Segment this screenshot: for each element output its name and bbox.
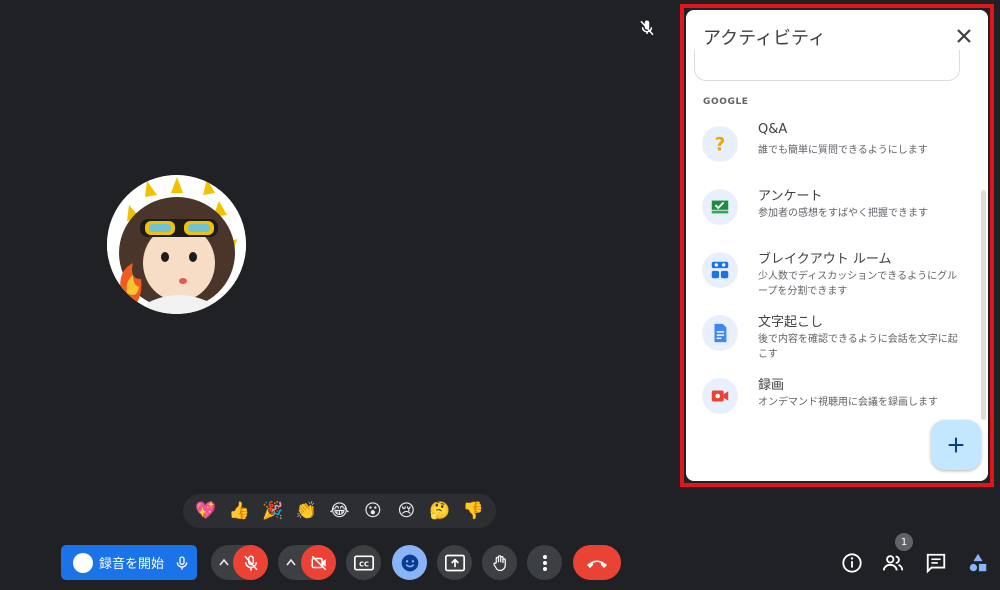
present-icon — [444, 554, 465, 571]
info-icon[interactable] — [841, 552, 863, 574]
breakout-rooms-icon — [702, 252, 738, 288]
reaction-thumbs-up[interactable]: 👍 — [226, 502, 252, 520]
present-screen-button[interactable] — [437, 545, 472, 580]
smiley-icon — [401, 554, 418, 571]
muted-mic-icon — [640, 20, 654, 36]
reaction-thumbs-down[interactable]: 👎 — [460, 502, 486, 520]
activity-title: アンケート — [758, 189, 823, 204]
mic-toggle-button[interactable] — [233, 545, 268, 580]
transcript-icon — [702, 315, 738, 351]
activity-item-transcript[interactable]: 文字起こし 後で内容を確認できるように会話を文字に起こす — [702, 311, 972, 367]
hangup-icon — [587, 560, 607, 568]
record-logo-icon — [73, 552, 93, 573]
participant-count-badge: 1 — [895, 533, 913, 551]
activity-item-qa[interactable]: ? Q&A 誰でも簡単に質問できるようにします — [702, 122, 972, 178]
participant-avatar — [107, 175, 246, 314]
activity-desc: 誰でも簡単に質問できるようにします — [758, 145, 928, 156]
start-recording-button[interactable]: 録音を開始 — [61, 545, 197, 580]
activity-item-poll[interactable]: アンケート 参加者の感想をすばやく把握できます — [702, 185, 972, 241]
hand-icon — [492, 554, 506, 571]
activity-title: Q&A — [758, 122, 788, 137]
people-icon[interactable] — [882, 552, 904, 574]
camera-off-icon — [311, 555, 326, 570]
mic-icon — [176, 555, 188, 570]
activities-icon[interactable] — [967, 552, 989, 574]
raise-hand-button[interactable] — [482, 545, 517, 580]
chevron-up-icon[interactable] — [286, 558, 296, 566]
mic-off-icon — [243, 555, 258, 570]
poll-icon — [702, 189, 738, 225]
recording-icon — [702, 378, 738, 414]
reaction-bar: 💖 👍 🎉 👏 😂 😮 😢 🤔 👎 — [183, 494, 496, 528]
reaction-clap[interactable]: 👏 — [293, 502, 319, 520]
activities-panel: アクティビティ GOOGLE ? Q&A 誰でも簡単に質問できるようにします ア… — [686, 10, 988, 481]
emoji-reactions-button[interactable] — [392, 545, 427, 580]
reaction-thinking[interactable]: 🤔 — [427, 502, 453, 520]
scrollbar[interactable] — [981, 190, 986, 420]
reaction-laugh[interactable]: 😂 — [326, 502, 352, 520]
section-label: GOOGLE — [703, 97, 749, 107]
activity-desc: 参加者の感想をすばやく把握できます — [758, 208, 928, 219]
activity-title: 文字起こし — [758, 315, 824, 330]
add-activity-button[interactable] — [931, 420, 981, 470]
more-vert-icon — [542, 554, 547, 571]
chevron-up-icon[interactable] — [219, 558, 229, 566]
reaction-heart[interactable]: 💖 — [193, 502, 219, 520]
activity-item-recording[interactable]: 録画 オンデマンド視聴用に会議を録画します — [702, 374, 972, 430]
activity-desc: オンデマンド視聴用に会議を録画します — [758, 397, 938, 408]
panel-title: アクティビティ — [703, 28, 826, 49]
captions-button[interactable]: CC — [346, 545, 381, 580]
activity-item-breakout[interactable]: ブレイクアウト ルーム 少人数でディスカッションできるようにグループを分割できま… — [702, 248, 972, 304]
chat-icon[interactable] — [925, 552, 947, 574]
svg-text:?: ? — [715, 134, 726, 155]
reaction-party[interactable]: 🎉 — [260, 502, 286, 520]
record-label: 録音を開始 — [99, 557, 165, 572]
close-icon[interactable] — [952, 24, 976, 48]
reaction-sad[interactable]: 😢 — [393, 502, 419, 520]
activity-desc: 後で内容を確認できるように会話を文字に起こす — [758, 334, 958, 360]
leave-call-button[interactable] — [573, 545, 621, 580]
camera-toggle-button[interactable] — [301, 545, 336, 580]
plus-icon — [948, 437, 964, 453]
svg-text:CC: CC — [359, 560, 369, 568]
captions-icon: CC — [353, 555, 374, 570]
reaction-surprised[interactable]: 😮 — [360, 502, 386, 520]
activity-desc: 少人数でディスカッションできるようにグループを分割できます — [758, 271, 958, 297]
more-options-button[interactable] — [527, 545, 562, 580]
activity-title: ブレイクアウト ルーム — [758, 252, 892, 267]
activity-title: 録画 — [758, 378, 785, 393]
panel-top-card — [694, 50, 960, 81]
qa-icon: ? — [702, 126, 738, 162]
